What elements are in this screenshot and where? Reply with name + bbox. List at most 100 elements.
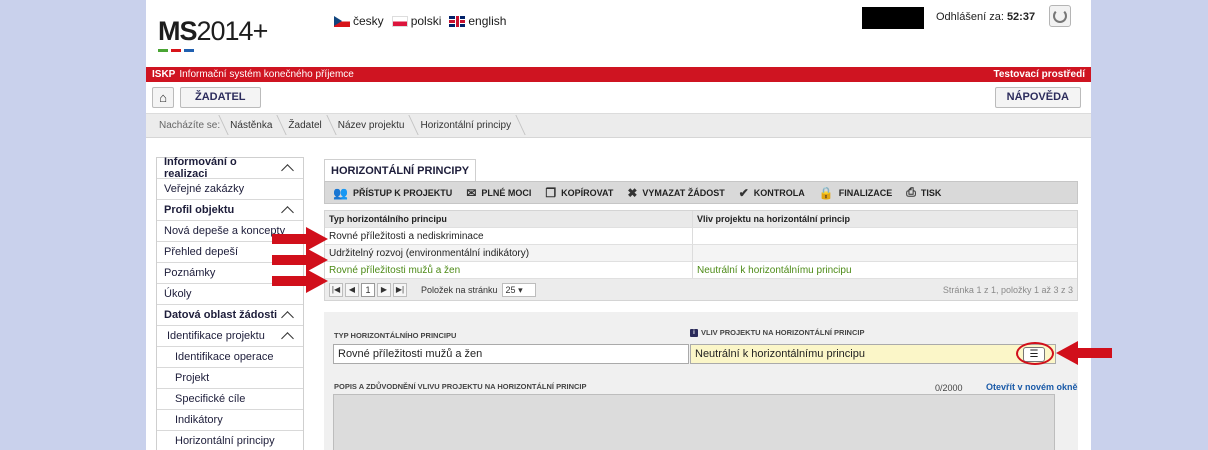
tab-horizontal-principles[interactable]: HORIZONTÁLNÍ PRINCIPY [324, 159, 477, 181]
help-button[interactable]: NÁPOVĚDA [994, 87, 1081, 108]
last-page-button[interactable]: ▶| [393, 282, 407, 297]
breadcrumb-label: Nacházíte se: [153, 120, 224, 131]
first-page-button[interactable]: |◀ [329, 282, 343, 297]
toolbar-button[interactable]: 🔒 FINALIZACE [819, 186, 892, 200]
column-header-type[interactable]: Typ horizontálního principu [325, 211, 693, 227]
cell-impact [693, 228, 1077, 244]
impact-label: VLIV PROJEKTU NA HORIZONTÁLNÍ PRINCIP [701, 328, 865, 337]
sidebar-item[interactable]: Projekt [157, 368, 303, 389]
logout-timer: Odhlášení za: 52:37 [936, 11, 1036, 23]
sidebar-item-label: Přehled depeší [164, 246, 238, 258]
type-label: TYP HORIZONTÁLNÍHO PRINCIPU [334, 331, 457, 340]
table-row-selected[interactable]: Rovné příležitosti mužů a žen Neutrální … [325, 262, 1077, 279]
flag-pl-icon [391, 15, 408, 27]
chevron-up-icon[interactable] [281, 311, 294, 324]
toolbar-button-label: TISK [920, 187, 942, 198]
sidebar-item[interactable]: Veřejné zakázky [157, 179, 303, 200]
nav-row: ⌂ ŽADATEL NÁPOVĚDA [146, 82, 1091, 114]
breadcrumb-item[interactable]: Nástěnka [224, 120, 282, 131]
sidebar-item[interactable]: Horizontální principy [157, 431, 303, 450]
table-row[interactable]: Udržitelný rozvoj (environmentální indik… [325, 245, 1077, 262]
toolbar-button[interactable]: ❐ KOPÍROVAT [545, 186, 613, 200]
pager: |◀ ◀ 1 ▶ ▶| Položek na stránku 25 ▾ Strá… [325, 279, 1077, 300]
sidebar-item[interactable]: Specifické cíle [157, 389, 303, 410]
system-name: Informační systém konečného příjemce [179, 69, 354, 80]
toolbar-button[interactable]: ✉ PLNÉ MOCI [466, 186, 531, 200]
toolbar-button-label: PLNÉ MOCI [481, 187, 532, 198]
cell-type: Udržitelný rozvoj (environmentální indik… [325, 245, 693, 261]
cell-impact [693, 245, 1077, 261]
chevron-up-icon[interactable] [281, 332, 294, 345]
home-button[interactable]: ⌂ [152, 87, 174, 108]
toolbar-button-label: KOPÍROVAT [561, 187, 614, 198]
sidebar-item-label: Informování o realizaci [164, 156, 237, 180]
delete-icon: ✖ [627, 185, 638, 200]
annotation-arrow-icon [272, 269, 328, 293]
page-size-select[interactable]: 25 ▾ [501, 282, 536, 297]
sidebar-item[interactable]: Profil objektu [157, 200, 303, 221]
language-pl[interactable]: polski [391, 14, 441, 28]
toolbar-button-label: FINALIZACE [838, 187, 893, 198]
pager-summary: Stránka 1 z 1, položky 1 až 3 z 3 [942, 284, 1073, 295]
current-page[interactable]: 1 [361, 282, 375, 297]
annotation-arrow-icon [1056, 341, 1112, 365]
sidebar-item[interactable]: Identifikace operace [157, 347, 303, 368]
toolbar-button-label: PŘÍSTUP K PROJEKTU [352, 187, 453, 198]
language-cz[interactable]: česky [334, 14, 384, 28]
sidebar: Informování o realizaci Veřejné zakázky Pr… [156, 156, 304, 450]
system-label: ISKP [152, 69, 176, 80]
breadcrumb-item[interactable]: Název projektu [332, 120, 415, 131]
language-en[interactable]: english [449, 14, 506, 28]
info-icon[interactable]: i [690, 329, 698, 338]
breadcrumb-item[interactable]: Žadatel [282, 120, 331, 131]
toolbar-button[interactable]: 👥 PŘÍSTUP K PROJEKTU [333, 186, 452, 200]
sidebar-item-label: Nová depeše a koncepty [164, 225, 286, 237]
sidebar-item-label: Indikátory [175, 414, 223, 426]
toolbar-button[interactable]: ✖ VYMAZAT ŽÁDOST [627, 186, 724, 200]
detail-form: TYP HORIZONTÁLNÍHO PRINCIPU Rovné přílež… [324, 312, 1078, 450]
logout-power-button[interactable] [1049, 5, 1071, 27]
sidebar-item-label: Veřejné zakázky [164, 183, 245, 195]
app-window: MS2014+ česky polski english Odhlášení z… [146, 0, 1091, 450]
cell-type: Rovné příležitosti mužů a žen [325, 262, 693, 278]
toolbar: 👥 PŘÍSTUP K PROJEKTU ✉ PLNÉ MOCI ❐ KOPÍROVAT ✖… [324, 181, 1078, 204]
principles-table: Typ horizontálního principu Vliv projekt… [324, 210, 1078, 301]
language-switcher: česky polski english [334, 14, 506, 28]
open-new-window-link[interactable]: Otevřít v novém okně [986, 382, 1078, 392]
page-size-label: Položek na stránku [421, 284, 498, 295]
copy-icon: ❐ [545, 185, 557, 200]
sidebar-item[interactable]: Identifikace projektu [157, 326, 303, 347]
role-button[interactable]: ŽADATEL [180, 87, 261, 108]
toolbar-button-label: VYMAZAT ŽÁDOST [642, 187, 725, 198]
description-textarea[interactable] [333, 394, 1055, 450]
sidebar-item[interactable]: Informování o realizaci [157, 156, 303, 180]
cell-type: Rovné příležitosti a nediskriminace [325, 228, 693, 244]
sidebar-item-label: Profil objektu [164, 204, 235, 216]
sidebar-item-label: Úkoly [164, 288, 192, 300]
toolbar-button[interactable]: ✔ KONTROLA [739, 186, 805, 200]
lock-icon: 🔒 [818, 185, 834, 200]
redacted-user-box [862, 7, 924, 29]
flag-uk-icon [449, 15, 466, 27]
cell-impact: Neutrální k horizontálnímu principu [697, 265, 852, 276]
impact-value: Neutrální k horizontálnímu principu [695, 348, 865, 360]
logo-color-bars [158, 49, 194, 52]
check-icon: ✔ [738, 185, 749, 200]
sidebar-item[interactable]: Indikátory [157, 410, 303, 431]
impact-field[interactable]: Neutrální k horizontálnímu principu ☰ [690, 342, 1056, 365]
home-icon: ⌂ [159, 90, 167, 105]
prev-page-button[interactable]: ◀ [345, 282, 359, 297]
sidebar-item-label: Identifikace operace [175, 351, 274, 363]
description-label: POPIS A ZDŮVODNĚNÍ VLIVU PROJEKTU NA HOR… [334, 382, 587, 391]
chevron-up-icon[interactable] [281, 206, 294, 219]
chevron-up-icon[interactable] [281, 164, 294, 177]
sidebar-item[interactable]: Datová oblast žádosti [157, 305, 303, 326]
toolbar-button[interactable]: ⎙ TISK [906, 185, 941, 200]
type-field[interactable]: Rovné příležitosti mužů a žen [333, 344, 689, 364]
sidebar-item-label: Projekt [175, 372, 210, 384]
next-page-button[interactable]: ▶ [377, 282, 391, 297]
flag-cz-icon [334, 15, 350, 27]
table-row[interactable]: Rovné příležitosti a nediskriminace [325, 228, 1077, 245]
highlight-circle [1016, 342, 1054, 365]
column-header-impact[interactable]: Vliv projektu na horizontální princip [693, 211, 1077, 227]
